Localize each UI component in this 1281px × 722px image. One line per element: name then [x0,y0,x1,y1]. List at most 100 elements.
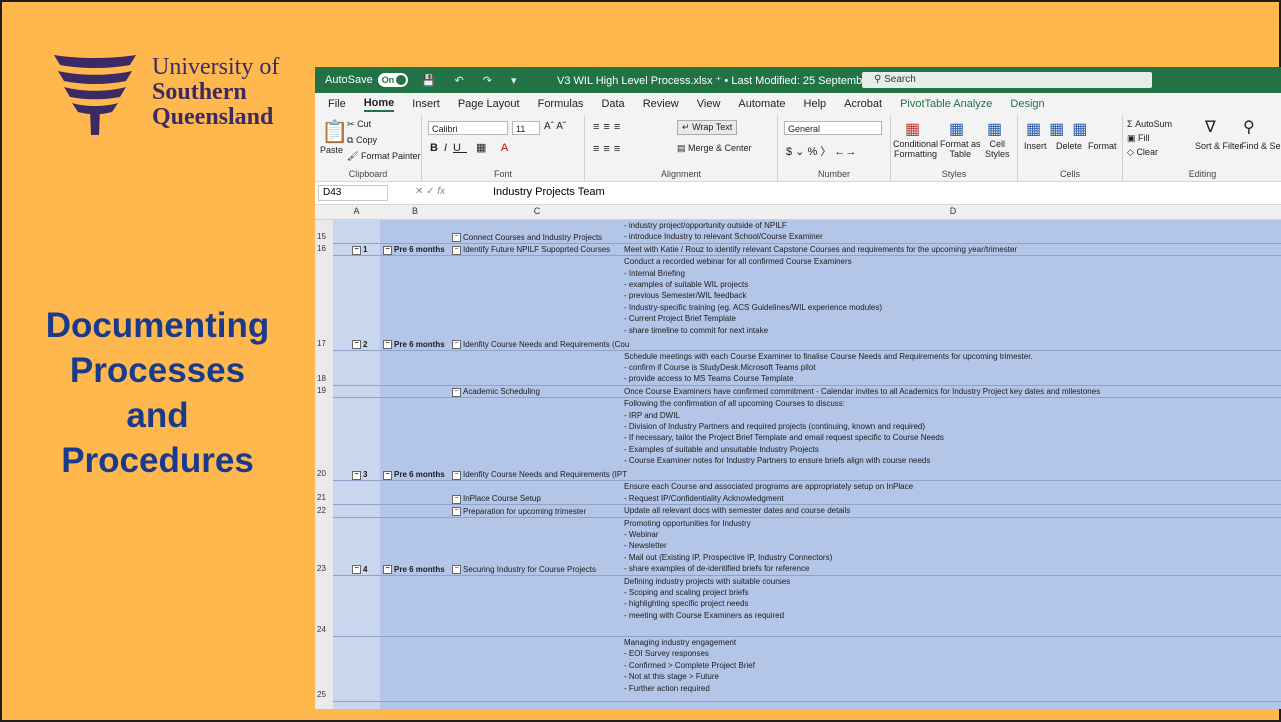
column-header-a[interactable]: A [333,206,380,216]
insert-cells-button[interactable]: Insert [1024,141,1047,151]
delete-cells-button[interactable]: Delete [1056,141,1082,151]
cell-d[interactable]: Managing industry engagement - EOI Survey… [624,637,755,694]
formula-input[interactable]: Industry Projects Team [493,186,605,198]
cell-d[interactable]: Conduct a recorded webinar for all confi… [624,256,882,336]
cell-c[interactable]: − Idenfity Course Needs and Requirements … [452,339,629,350]
name-box[interactable]: D43 [318,185,388,201]
column-header-d[interactable]: D [624,206,1281,216]
cell-d[interactable]: Update all relevant docs with semester d… [624,505,850,516]
cell-b[interactable]: − Pre 6 months [383,339,445,350]
format-painter-button[interactable]: 🖌 Format Painter [347,151,420,162]
autosum-button[interactable]: Σ AutoSum [1127,119,1172,129]
tab-file[interactable]: File [328,98,346,110]
tab-help[interactable]: Help [804,98,827,110]
row-number[interactable]: 19 [317,386,326,395]
column-header-b[interactable]: B [380,206,450,216]
cell-c[interactable]: − InPlace Course Setup [452,493,541,504]
clear-button[interactable]: ◇ Clear [1127,147,1158,158]
collapse-icon[interactable]: − [383,564,392,574]
font-size-select[interactable]: 11 [512,121,540,135]
cell-styles-button[interactable]: Cell Styles [985,139,1010,159]
find-select-button[interactable]: Find & Select [1241,141,1281,151]
cell-b[interactable]: − Pre 6 months [383,244,445,255]
collapse-icon[interactable]: − [352,564,361,574]
cell-c[interactable]: − Academic Scheduling [452,386,540,397]
cell-d[interactable]: Once Course Examiners have confirmed com… [624,386,1100,397]
cell-d[interactable]: Promoting opportunities for Industry - We… [624,518,832,575]
cell-styles-icon[interactable]: ▦ [987,119,1002,139]
cell-d[interactable]: Following the confirmation of all upcomi… [624,398,944,466]
tab-data[interactable]: Data [601,98,624,110]
cell-d[interactable]: Defining industry projects with suitable… [624,576,790,622]
collapse-icon[interactable]: − [352,340,361,350]
cell-d[interactable]: Meet with Katie / Rouz to identify relev… [624,244,1017,255]
row-number[interactable]: 15 [317,232,326,241]
cell-c[interactable]: − Securing Industry for Course Projects [452,564,596,575]
collapse-icon[interactable]: − [452,340,461,350]
format-as-table-button[interactable]: Format as Table [940,139,981,159]
font-name-select[interactable]: Calibri [428,121,508,135]
collapse-icon[interactable]: − [452,245,461,255]
row-number[interactable]: 16 [317,244,326,253]
number-format-select[interactable]: General [784,121,882,135]
paste-icon[interactable]: 📋 [321,119,348,145]
bold-italic-underline-buttons[interactable]: BIU ▦ A [430,141,514,154]
collapse-icon[interactable]: − [352,245,361,255]
spreadsheet-grid[interactable]: 15 16 17 18 19 20 21 22 23 24 25 − Connect Courses … [315,220,1281,709]
row-number[interactable]: 21 [317,493,326,502]
collapse-icon[interactable]: − [383,245,392,255]
row-number[interactable]: 24 [317,625,326,634]
formula-icons[interactable]: ✕ ✓ fx [415,186,445,197]
find-icon[interactable]: ⚲ [1243,117,1255,137]
number-format-icons[interactable]: $ ⌄ % 〉 ←→ [786,143,856,159]
collapse-icon[interactable]: − [452,506,461,516]
row-number[interactable]: 25 [317,690,326,699]
conditional-formatting-button[interactable]: Conditional Formatting [893,139,938,159]
cell-a[interactable]: −4 [352,564,367,575]
cells-icons[interactable]: ▦▦▦ [1026,119,1095,139]
cell-d[interactable]: - industry project/opportunity outside o… [624,220,823,243]
row-number[interactable]: 20 [317,469,326,478]
sort-filter-button[interactable]: Sort & Filter [1195,141,1243,151]
merge-center-button[interactable]: ▤ Merge & Center [677,143,752,154]
collapse-icon[interactable]: − [452,470,461,480]
quick-access-icons[interactable]: 💾 ↶ ↷ ▾ [422,74,525,87]
tab-design[interactable]: Design [1010,98,1044,110]
tab-view[interactable]: View [697,98,721,110]
cell-b[interactable]: − Pre 6 months [383,564,445,575]
column-header-c[interactable]: C [450,206,624,216]
row-number[interactable]: 23 [317,564,326,573]
tab-home[interactable]: Home [363,97,395,112]
format-as-table-icon[interactable]: ▦ [949,119,964,139]
cell-c[interactable]: − Connect Courses and Industry Projects [452,232,602,243]
cut-button[interactable]: ✂ Cut [347,119,371,130]
row-number[interactable]: 22 [317,506,326,515]
tab-review[interactable]: Review [643,98,679,110]
cell-a[interactable]: −1 [352,244,367,255]
paste-button[interactable]: Paste [320,145,343,155]
collapse-icon[interactable]: − [452,233,461,243]
cell-b[interactable]: − Pre 6 months [383,469,445,480]
format-cells-button[interactable]: Format [1088,141,1117,151]
collapse-icon[interactable]: − [452,564,461,574]
tab-insert[interactable]: Insert [412,98,440,110]
row-number[interactable]: 18 [317,374,326,383]
conditional-formatting-icon[interactable]: ▦ [905,119,920,139]
fill-button[interactable]: ▣ Fill [1127,133,1150,144]
cell-c[interactable]: − Idenfity Course Needs and Requirements … [452,469,627,480]
collapse-icon[interactable]: − [352,470,361,480]
wrap-text-button[interactable]: ↵ Wrap Text [677,120,738,135]
cell-a[interactable]: −3 [352,469,367,480]
copy-button[interactable]: ⧉ Copy [347,135,377,146]
search-box[interactable]: ⚲ Search [862,72,1152,88]
cell-c[interactable]: − Identify Future NPILF Supoprted Courses [452,244,610,255]
grow-shrink-font-icons[interactable]: Aˆ Aˇ [544,121,566,132]
collapse-icon[interactable]: − [383,340,392,350]
autosave-toggle[interactable]: On [377,73,408,87]
align-icons[interactable]: ≡≡≡ [593,121,624,133]
cell-c[interactable]: − Preparation for upcoming trimester [452,506,586,517]
collapse-icon[interactable]: − [452,387,461,397]
align-lower-icons[interactable]: ≡≡≡ [593,143,624,155]
cell-a[interactable]: −2 [352,339,367,350]
tab-page-layout[interactable]: Page Layout [458,98,520,110]
